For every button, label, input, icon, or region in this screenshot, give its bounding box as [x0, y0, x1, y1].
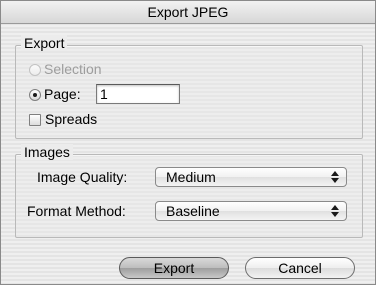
image-quality-value: Medium — [166, 169, 216, 185]
format-method-popup[interactable]: Baseline — [155, 201, 347, 221]
export-jpeg-dialog: Export JPEG Export Selection Page: 1 Spr… — [0, 0, 376, 285]
page-radio[interactable] — [29, 89, 41, 101]
export-group-label: Export — [21, 35, 68, 51]
export-button[interactable]: Export — [119, 257, 229, 279]
cancel-button[interactable]: Cancel — [245, 257, 355, 279]
selection-radio[interactable] — [29, 64, 41, 76]
format-method-value: Baseline — [166, 203, 220, 219]
selection-label: Selection — [44, 61, 102, 77]
image-quality-popup[interactable]: Medium — [155, 167, 347, 187]
popup-arrows-icon — [329, 171, 341, 183]
spreads-label: Spreads — [45, 111, 98, 127]
page-number-field[interactable]: 1 — [96, 84, 180, 104]
images-group-label: Images — [21, 144, 73, 160]
popup-arrows-icon — [329, 205, 341, 217]
format-method-label: Format Method: — [27, 203, 126, 219]
page-label: Page: — [44, 86, 81, 102]
dialog-title: Export JPEG — [1, 1, 375, 24]
spreads-checkbox[interactable] — [29, 114, 41, 126]
image-quality-label: Image Quality: — [37, 169, 128, 185]
